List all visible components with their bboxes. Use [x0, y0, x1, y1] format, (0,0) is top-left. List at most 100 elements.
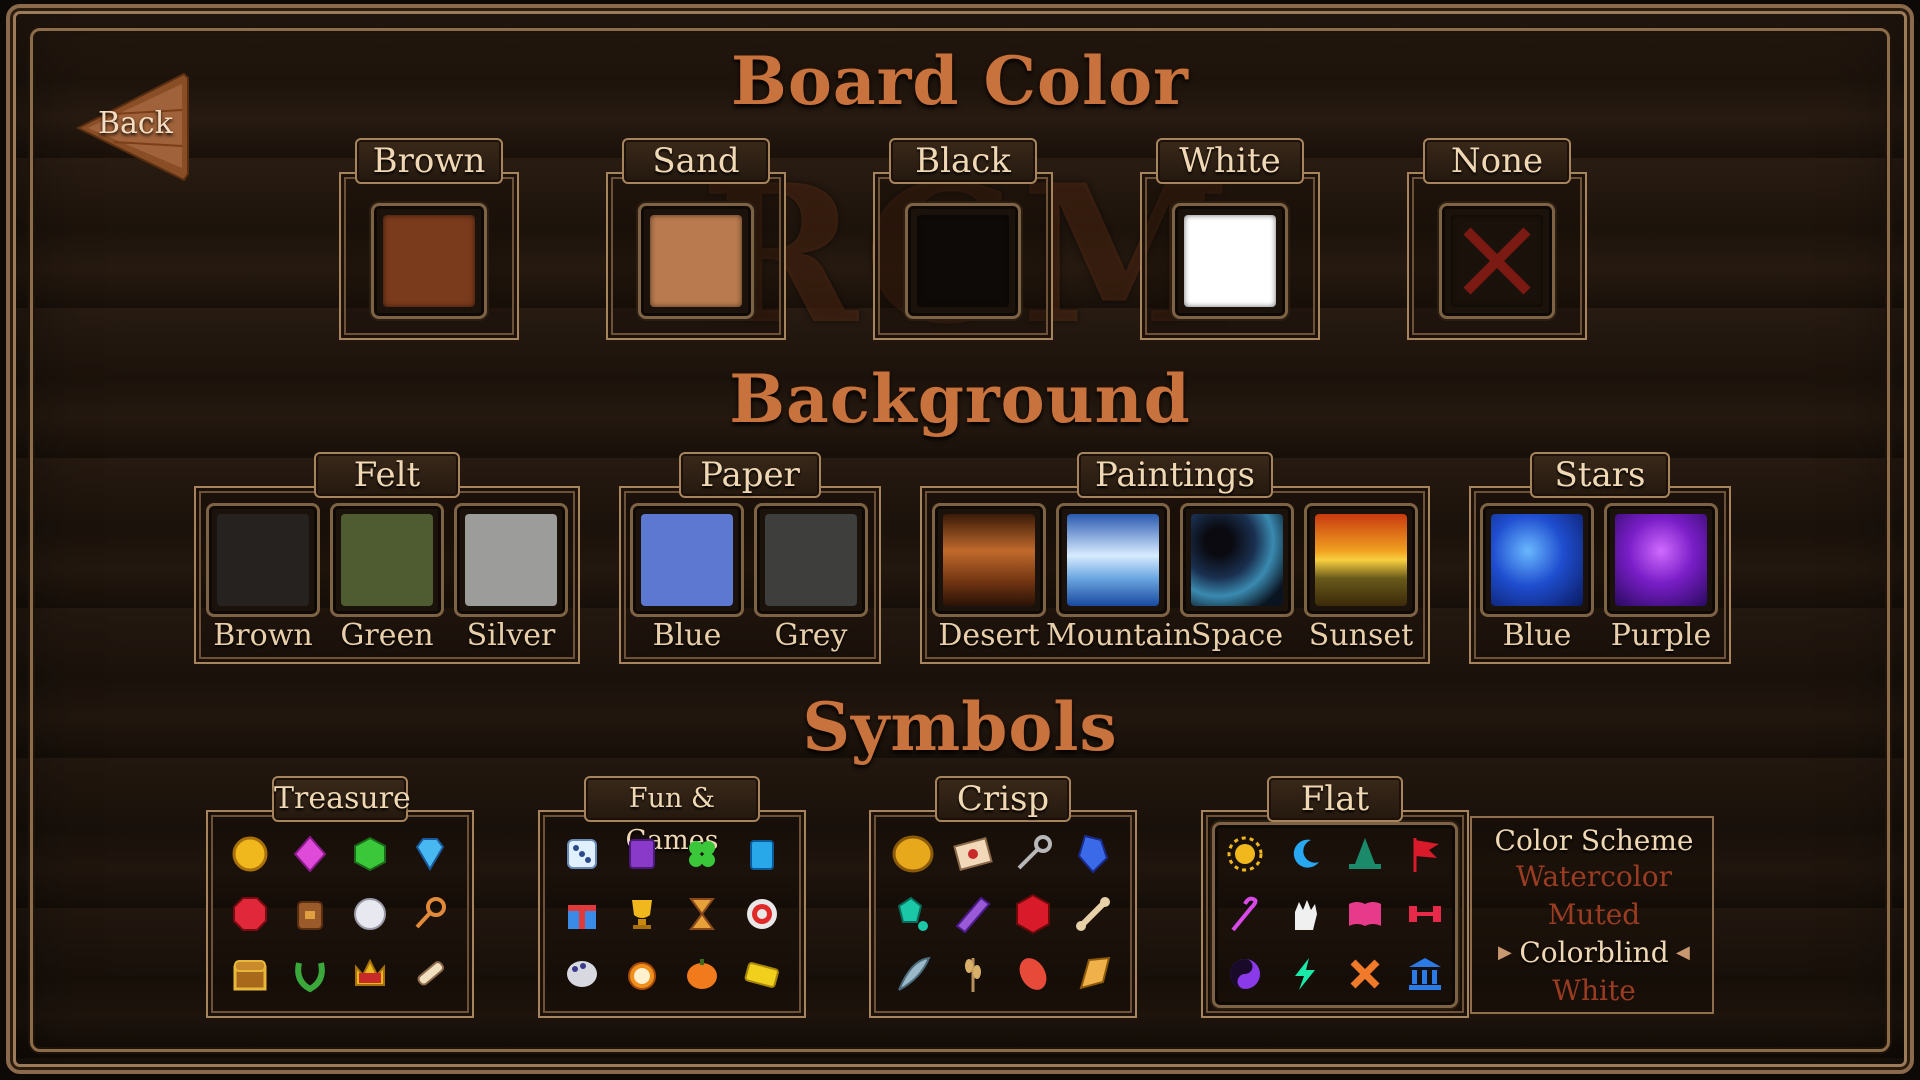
board-color-black-swatch[interactable] [905, 203, 1021, 319]
background-title: Background [729, 360, 1191, 438]
palette-icon [552, 944, 612, 1004]
dumbbell-icon [1395, 884, 1455, 944]
background-painting-mountain[interactable] [1056, 503, 1170, 617]
hourglass-icon [672, 884, 732, 944]
flag-icon [1395, 824, 1455, 884]
feather-icon [883, 944, 943, 1004]
pumpkin-icon [672, 944, 732, 1004]
background-stars-purple[interactable] [1604, 503, 1718, 617]
background-painting-mountain-label: Mountain [1046, 618, 1193, 653]
background-painting-space[interactable] [1180, 503, 1294, 617]
red-hexagon-gem-icon [1003, 884, 1063, 944]
background-felt-green[interactable] [330, 503, 444, 617]
board-color-none-swatch[interactable] [1439, 203, 1555, 319]
background-paper-blue[interactable] [630, 503, 744, 617]
background-painting-space-label: Space [1190, 618, 1284, 653]
selection-right-triangle-icon: ▶ [1498, 942, 1512, 963]
sun-icon [1215, 824, 1275, 884]
swatch-fill [650, 215, 742, 307]
swatch-fill [917, 215, 1009, 307]
clover-icon [672, 824, 732, 884]
background-felt-green-label: Green [340, 618, 434, 653]
color-scheme-option-muted[interactable]: Muted [1472, 898, 1716, 931]
background-paper-label: Paper [679, 452, 821, 498]
background-felt-brown-label: Brown [213, 618, 313, 653]
key-icon [400, 884, 460, 944]
bone-icon [1063, 884, 1123, 944]
background-stars-label: Stars [1530, 452, 1670, 498]
witch-hat-icon [1335, 824, 1395, 884]
ticket-icon [732, 944, 792, 1004]
tile-fill [217, 514, 309, 606]
tile-fill [1315, 514, 1407, 606]
book-icon [1335, 884, 1395, 944]
symbols-treasure-grid [220, 824, 460, 1004]
gold-coin-icon [883, 824, 943, 884]
background-painting-sunset[interactable] [1304, 503, 1418, 617]
cards-icon [732, 824, 792, 884]
background-painting-sunset-label: Sunset [1308, 618, 1414, 653]
background-painting-desert[interactable] [932, 503, 1046, 617]
background-paper-grey[interactable] [754, 503, 868, 617]
amber-shard-icon [1063, 944, 1123, 1004]
green-gem-icon [340, 824, 400, 884]
board-color-brown-label: Brown [355, 138, 503, 184]
board-color-sand-swatch[interactable] [638, 203, 754, 319]
symbols-flat-grid [1215, 824, 1455, 1004]
scroll-icon [400, 944, 460, 1004]
red-leaf-icon [1003, 944, 1063, 1004]
pink-gem-icon [280, 824, 340, 884]
board-color-white-swatch[interactable] [1172, 203, 1288, 319]
symbols-treasure-label: Treasure [272, 776, 411, 822]
lightning-icon [1275, 944, 1335, 1004]
background-felt-brown[interactable] [206, 503, 320, 617]
color-scheme-option-white[interactable]: White [1472, 974, 1716, 1007]
blue-crystal-icon [1063, 824, 1123, 884]
tile-fill [1615, 514, 1707, 606]
tile-fill [943, 514, 1035, 606]
color-scheme-title: Color Scheme [1494, 824, 1694, 857]
spellbook-icon [612, 824, 672, 884]
color-scheme-panel: Color Scheme Watercolor Muted Colorblind… [1470, 816, 1714, 1014]
background-stars-blue[interactable] [1480, 503, 1594, 617]
sealed-letter-icon [943, 824, 1003, 884]
stopwatch-icon [612, 944, 672, 1004]
symbols-title: Symbols [802, 688, 1118, 766]
symbols-fun-games-grid [552, 824, 792, 1004]
background-paintings-label: Paintings [1077, 452, 1273, 498]
cane-icon [1215, 884, 1275, 944]
ruby-icon [220, 884, 280, 944]
tile-fill [1491, 514, 1583, 606]
background-felt-silver[interactable] [454, 503, 568, 617]
emerald-cluster-icon [883, 884, 943, 944]
wheat-icon [943, 944, 1003, 1004]
board-color-white-label: White [1156, 138, 1304, 184]
swatch-fill [1451, 215, 1543, 307]
dice-icon [552, 824, 612, 884]
swatch-fill [383, 215, 475, 307]
board-color-brown-swatch[interactable] [371, 203, 487, 319]
skeleton-key-icon [1003, 824, 1063, 884]
background-stars-purple-label: Purple [1610, 618, 1712, 653]
purple-crystal-icon [943, 884, 1003, 944]
yin-yang-icon [1215, 944, 1275, 1004]
cross-icon [1335, 944, 1395, 1004]
swatch-fill [1184, 215, 1276, 307]
coin-icon [220, 824, 280, 884]
laurel-icon [280, 944, 340, 1004]
background-paper-grey-label: Grey [774, 618, 848, 653]
trophy-icon [612, 884, 672, 944]
tile-fill [1067, 514, 1159, 606]
bank-icon [1395, 944, 1455, 1004]
board-color-black-label: Black [889, 138, 1037, 184]
tile-fill [641, 514, 733, 606]
background-painting-desert-label: Desert [938, 618, 1040, 653]
color-scheme-option-watercolor[interactable]: Watercolor [1472, 860, 1716, 893]
tile-fill [765, 514, 857, 606]
board-color-sand-label: Sand [622, 138, 770, 184]
tile-fill [1191, 514, 1283, 606]
symbols-crisp-label: Crisp [935, 776, 1071, 822]
background-stars-blue-label: Blue [1502, 618, 1572, 653]
gift-icon [552, 884, 612, 944]
moon-icon [1275, 824, 1335, 884]
